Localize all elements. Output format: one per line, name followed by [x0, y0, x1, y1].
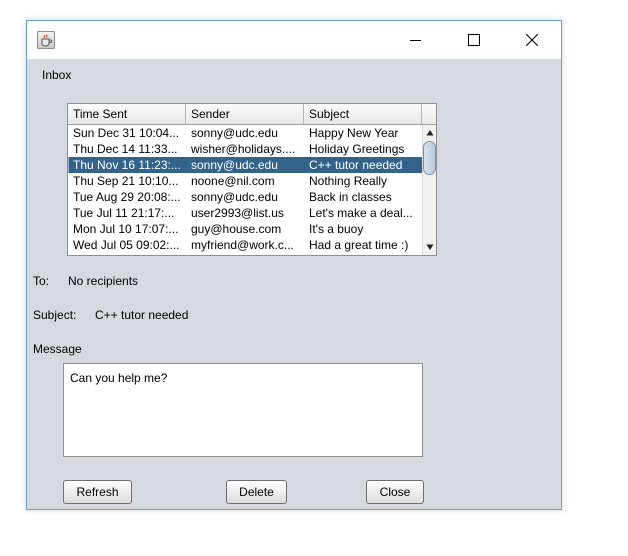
- table-row[interactable]: Tue Aug 29 20:08:... sonny@udc.edu Back in…: [68, 189, 422, 205]
- inbox-label: Inbox: [42, 68, 72, 82]
- cell-sender: sonny@udc.edu: [191, 158, 278, 172]
- minimize-icon: [410, 40, 421, 41]
- cell-subject: C++ tutor needed: [309, 158, 403, 172]
- cell-subject: It's a buoy: [309, 222, 364, 236]
- cell-time-sent: Tue Jul 11 21:17:...: [73, 206, 175, 220]
- cell-sender: guy@house.com: [191, 222, 282, 236]
- cell-sender: sonny@udc.edu: [191, 190, 278, 204]
- table-row[interactable]: Tue Jul 11 21:17:... user2993@list.us Let'…: [68, 205, 422, 221]
- table-row[interactable]: Thu Dec 14 11:33... wisher@holidays.... Ho…: [68, 141, 422, 157]
- java-cup-icon[interactable]: [37, 31, 55, 49]
- message-body-textarea[interactable]: Can you help me?: [63, 363, 423, 457]
- table-header: Time Sent Sender Subject: [68, 104, 436, 125]
- cell-sender: wisher@holidays....: [191, 142, 296, 156]
- refresh-button[interactable]: Refresh: [63, 480, 132, 504]
- column-header-time-sent[interactable]: Time Sent: [68, 104, 186, 124]
- message-label: Message: [33, 342, 82, 356]
- table-row[interactable]: Wed Jul 05 09:02:... myfriend@work.c... Ha…: [68, 237, 422, 253]
- cell-subject: Had a great time :): [309, 238, 409, 252]
- table-body: Sun Dec 31 10:04... sonny@udc.edu Happy Ne…: [68, 125, 422, 253]
- scrollbar-thumb[interactable]: [423, 141, 436, 175]
- column-header-sender[interactable]: Sender: [186, 104, 304, 124]
- close-window-button[interactable]: [509, 21, 555, 59]
- cell-subject: Happy New Year: [309, 126, 399, 140]
- cell-time-sent: Wed Jul 05 09:02:...: [73, 238, 180, 252]
- table-row[interactable]: Thu Nov 16 11:23:... sonny@udc.edu C++ tut…: [68, 157, 422, 173]
- cell-time-sent: Mon Jul 10 17:07:...: [73, 222, 179, 236]
- scroll-up-arrow-icon[interactable]: [424, 127, 436, 139]
- table-header-corner: [422, 104, 436, 124]
- table-scrollbar[interactable]: [422, 125, 436, 255]
- cell-sender: noone@nil.com: [191, 174, 275, 188]
- maximize-icon: [468, 34, 480, 46]
- cell-subject: Let's make a deal...: [309, 206, 413, 220]
- cell-time-sent: Thu Dec 14 11:33...: [73, 142, 178, 156]
- cell-subject: Back in classes: [309, 190, 392, 204]
- cell-sender: myfriend@work.c...: [191, 238, 294, 252]
- cell-sender: user2993@list.us: [191, 206, 284, 220]
- subject-value: C++ tutor needed: [95, 308, 189, 322]
- table-row[interactable]: Thu Sep 21 10:10... noone@nil.com Nothing …: [68, 173, 422, 189]
- delete-button[interactable]: Delete: [226, 480, 287, 504]
- scroll-down-arrow-icon[interactable]: [424, 241, 436, 253]
- inbox-table[interactable]: Time Sent Sender Subject Sun Dec 31 10:0…: [67, 103, 437, 256]
- to-label: To:: [33, 274, 50, 288]
- close-icon: [526, 34, 538, 46]
- column-header-subject[interactable]: Subject: [304, 104, 422, 124]
- cell-subject: Nothing Really: [309, 174, 388, 188]
- maximize-button[interactable]: [451, 21, 497, 59]
- title-bar[interactable]: [27, 21, 561, 59]
- cell-time-sent: Thu Nov 16 11:23:...: [68, 157, 186, 173]
- table-row[interactable]: Sun Dec 31 10:04... sonny@udc.edu Happy Ne…: [68, 125, 422, 141]
- table-row[interactable]: Mon Jul 10 17:07:... guy@house.com It's a …: [68, 221, 422, 237]
- cell-sender: sonny@udc.edu: [191, 126, 278, 140]
- subject-label: Subject:: [33, 308, 77, 322]
- close-button[interactable]: Close: [366, 480, 424, 504]
- cell-time-sent: Thu Sep 21 10:10...: [73, 174, 179, 188]
- cell-time-sent: Sun Dec 31 10:04...: [73, 126, 180, 140]
- minimize-button[interactable]: [393, 21, 439, 59]
- cell-time-sent: Tue Aug 29 20:08:...: [73, 190, 181, 204]
- cell-subject: Holiday Greetings: [309, 142, 405, 156]
- mail-client-window: Inbox Time Sent Sender Subject Sun Dec 3…: [26, 20, 562, 510]
- to-value: No recipients: [68, 274, 139, 288]
